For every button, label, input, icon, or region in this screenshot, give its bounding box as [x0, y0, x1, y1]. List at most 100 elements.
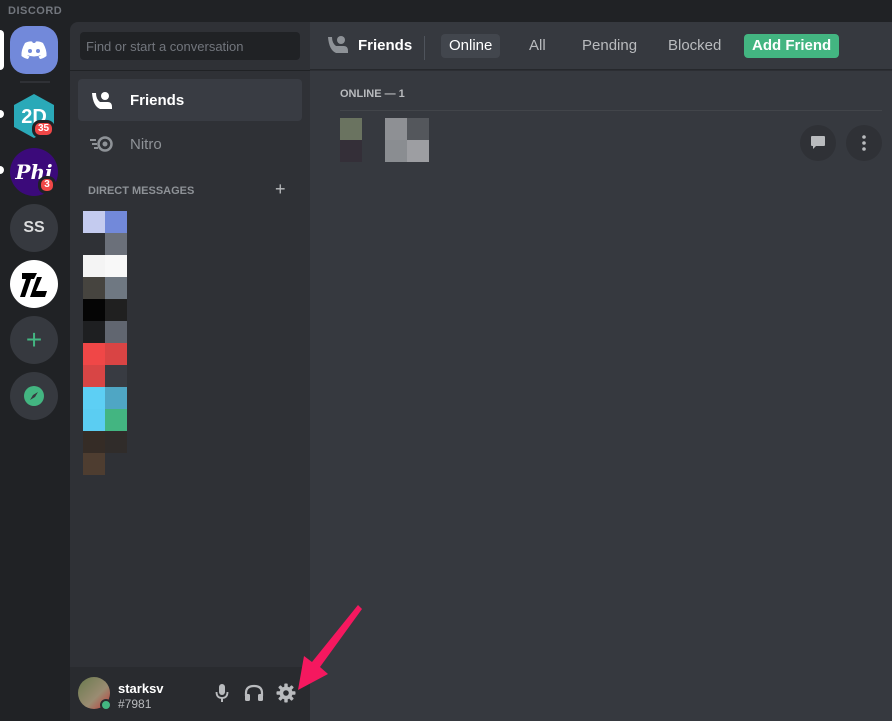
- server-ss-label: SS: [23, 219, 45, 236]
- redacted-block: [407, 118, 429, 140]
- title-bar: DISCORD: [0, 0, 892, 22]
- dm-list: [83, 211, 127, 475]
- explore-servers-button[interactable]: [10, 372, 58, 420]
- status-indicator: [100, 699, 112, 711]
- selected-pill: [0, 30, 4, 70]
- friend-avatar: [340, 118, 362, 162]
- nitro-icon: [90, 132, 114, 156]
- add-server-button[interactable]: +: [10, 316, 58, 364]
- dm-list-item[interactable]: [83, 321, 127, 343]
- server-phi[interactable]: Phi 3: [10, 148, 58, 196]
- deafen-button[interactable]: [243, 682, 265, 704]
- add-friend-button[interactable]: Add Friend: [744, 34, 840, 58]
- username: starksv: [118, 681, 164, 696]
- server-home[interactable]: [10, 26, 58, 74]
- mention-badge: 35: [32, 120, 56, 138]
- redacted-block: [385, 118, 407, 140]
- redacted-block: [83, 343, 105, 365]
- microphone-icon: [215, 684, 229, 702]
- online-count-header: ONLINE — 1: [340, 88, 405, 100]
- redacted-block: [83, 321, 105, 343]
- friends-toolbar: Friends Online All Pending Blocked Add F…: [310, 22, 892, 70]
- redacted-block: [105, 387, 127, 409]
- server-2d[interactable]: 2D 35: [10, 92, 58, 140]
- redacted-block: [105, 211, 127, 233]
- create-dm-button[interactable]: +: [275, 179, 286, 200]
- friends-main: Friends Online All Pending Blocked Add F…: [310, 22, 892, 721]
- toolbar-divider: [424, 36, 425, 60]
- dm-list-item[interactable]: [83, 343, 127, 365]
- dm-list-item[interactable]: [83, 365, 127, 387]
- dm-list-item[interactable]: [83, 453, 127, 475]
- unread-dot: [0, 110, 4, 118]
- plus-icon: +: [275, 179, 286, 199]
- tab-all[interactable]: All: [521, 34, 554, 58]
- redacted-block: [407, 140, 429, 162]
- search-input[interactable]: [80, 32, 300, 60]
- app-brand: DISCORD: [8, 5, 63, 17]
- sidebar-divider: [70, 70, 310, 71]
- redacted-block: [83, 211, 105, 233]
- tab-online[interactable]: Online: [441, 34, 501, 58]
- annotation-arrow-icon: [298, 605, 362, 690]
- dm-list-item[interactable]: [83, 409, 127, 431]
- redacted-block: [83, 409, 105, 431]
- user-panel: starksv #7981: [70, 667, 310, 721]
- dm-list-item[interactable]: [83, 211, 127, 233]
- redacted-block: [340, 118, 362, 140]
- tab-pending[interactable]: Pending: [574, 34, 645, 58]
- plus-icon: +: [25, 324, 43, 355]
- dm-list-item[interactable]: [83, 387, 127, 409]
- dm-list-item[interactable]: [83, 431, 127, 453]
- dm-list-item[interactable]: [83, 255, 127, 277]
- unread-dot: [0, 166, 4, 174]
- friend-row[interactable]: [330, 111, 882, 173]
- server-separator: [20, 81, 50, 83]
- redacted-block: [83, 277, 105, 299]
- user-tag: #7981: [118, 697, 152, 711]
- redacted-block: [83, 233, 105, 255]
- server-tl-icon: [20, 273, 47, 297]
- sidebar-item-friends[interactable]: Friends: [78, 79, 302, 121]
- redacted-block: [105, 409, 127, 431]
- page-title: Friends: [358, 37, 413, 54]
- redacted-block: [340, 140, 362, 162]
- redacted-block: [105, 431, 127, 453]
- redacted-block: [83, 365, 105, 387]
- headphones-icon: [244, 684, 264, 701]
- discord-logo-icon: [21, 41, 47, 59]
- redacted-block: [83, 453, 105, 475]
- dm-list-item[interactable]: [83, 233, 127, 255]
- redacted-block: [105, 453, 127, 475]
- discord-window: DISCORD 2D 35 Phi 3 SS + Find or start a…: [0, 0, 892, 721]
- nitro-label: Nitro: [130, 135, 162, 153]
- redacted-block: [105, 299, 127, 321]
- mute-button[interactable]: [211, 682, 233, 704]
- sidebar-item-nitro[interactable]: Nitro: [78, 123, 302, 165]
- redacted-block: [83, 299, 105, 321]
- direct-messages-header: DIRECT MESSAGES: [88, 185, 195, 197]
- mention-badge: 3: [38, 176, 56, 194]
- more-vertical-icon: [862, 135, 866, 151]
- redacted-block: [105, 255, 127, 277]
- dm-list-item[interactable]: [83, 277, 127, 299]
- redacted-block: [105, 277, 127, 299]
- tab-blocked[interactable]: Blocked: [660, 34, 729, 58]
- friends-label: Friends: [130, 91, 185, 109]
- redacted-block: [105, 343, 127, 365]
- dm-sidebar: Friends Nitro DIRECT MESSAGES + starksv …: [70, 22, 310, 721]
- server-tl[interactable]: [10, 260, 58, 308]
- chat-bubble-icon: [811, 136, 825, 149]
- redacted-block: [105, 233, 127, 255]
- friend-name-redacted: [385, 118, 429, 162]
- server-ss[interactable]: SS: [10, 204, 58, 252]
- compass-icon: [24, 386, 44, 406]
- redacted-block: [83, 387, 105, 409]
- message-button[interactable]: [800, 125, 836, 161]
- more-options-button[interactable]: [846, 125, 882, 161]
- redacted-block: [105, 365, 127, 387]
- friends-icon: [90, 88, 114, 112]
- dm-list-item[interactable]: [83, 299, 127, 321]
- redacted-block: [385, 140, 407, 162]
- redacted-block: [83, 255, 105, 277]
